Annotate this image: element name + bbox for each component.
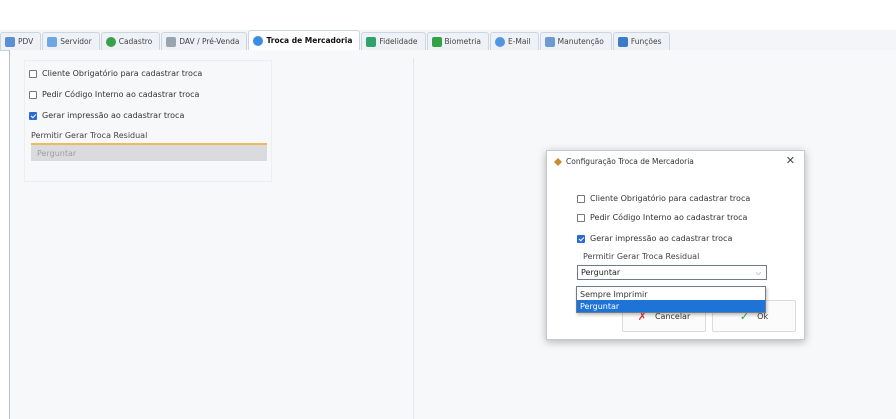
maintenance-icon xyxy=(544,36,555,47)
functions-icon xyxy=(617,36,628,47)
option-perguntar[interactable]: Perguntar xyxy=(577,300,765,312)
settings-panel: Cliente Obrigatório para cadastrar troca… xyxy=(10,58,414,419)
fidelity-icon xyxy=(366,36,377,47)
dialog-title: Configuração Troca de Mercadoria xyxy=(566,157,694,166)
tab-cadastro[interactable]: Cadastro xyxy=(100,32,161,50)
option-sempre-imprimir[interactable]: Sempre Imprimir xyxy=(577,288,765,300)
tab-label: Troca de Mercadoria xyxy=(266,36,353,45)
dav-icon xyxy=(166,36,177,47)
app-icon xyxy=(554,158,562,166)
tab-label: Cadastro xyxy=(118,37,153,46)
checkbox-pedir-codigo-interno[interactable]: Pedir Código Interno ao cadastrar troca xyxy=(29,90,199,99)
tab-label: DAV / Pré-Venda xyxy=(179,37,240,46)
checkbox-label: Cliente Obrigatório para cadastrar troca xyxy=(590,194,751,203)
tab-funcoes[interactable]: Funções xyxy=(612,32,670,50)
checkbox-box-checked[interactable] xyxy=(577,234,585,243)
server-icon xyxy=(47,36,58,47)
dialog-checkbox-pedir-codigo-interno[interactable]: Pedir Código Interno ao cadastrar troca xyxy=(577,213,747,222)
settings-group: Cliente Obrigatório para cadastrar troca… xyxy=(24,60,272,182)
dialog-troca-residual-label: Permitir Gerar Troca Residual xyxy=(583,252,700,261)
checkbox-label: Gerar impressão ao cadastrar troca xyxy=(590,234,733,243)
checkbox-box[interactable] xyxy=(29,90,37,99)
checkbox-label: Cliente Obrigatório para cadastrar troca xyxy=(42,69,203,78)
checkbox-box[interactable] xyxy=(577,194,585,203)
select-value: Perguntar xyxy=(581,268,621,277)
tab-label: Funções xyxy=(630,37,662,46)
biometry-icon xyxy=(431,36,442,47)
tab-pdv[interactable]: PDV xyxy=(0,32,42,50)
tab-biometria[interactable]: Biometria xyxy=(426,32,489,50)
tab-label: Servidor xyxy=(60,37,92,46)
tab-label: Biometria xyxy=(444,37,481,46)
troca-residual-field[interactable]: Perguntar xyxy=(31,145,267,161)
dialog-checkbox-gerar-impressao[interactable]: Gerar impressão ao cadastrar troca xyxy=(577,234,732,243)
tab-label: Fidelidade xyxy=(379,37,418,46)
tab-email[interactable]: E-Mail xyxy=(489,32,539,50)
tab-fidelidade[interactable]: Fidelidade xyxy=(361,32,426,50)
tab-label: PDV xyxy=(18,37,34,46)
checkbox-label: Pedir Código Interno ao cadastrar troca xyxy=(590,213,748,222)
checkbox-label: Gerar impressão ao cadastrar troca xyxy=(42,111,185,120)
checkbox-box[interactable] xyxy=(29,69,37,78)
tab-label: E-Mail xyxy=(507,37,531,46)
tab-manutencao[interactable]: Manutenção xyxy=(539,32,612,50)
checkbox-box[interactable] xyxy=(577,213,585,222)
dialog-checkbox-cliente-obrigatorio[interactable]: Cliente Obrigatório para cadastrar troca xyxy=(577,194,750,203)
checkbox-label: Pedir Código Interno ao cadastrar troca xyxy=(42,90,200,99)
tab-servidor[interactable]: Servidor xyxy=(42,32,100,50)
close-icon[interactable]: ✕ xyxy=(786,154,795,167)
tab-dav-pre-venda[interactable]: DAV / Pré-Venda xyxy=(161,32,248,50)
tab-troca-de-mercadoria[interactable]: Troca de Mercadoria xyxy=(248,30,361,50)
checkbox-cliente-obrigatorio[interactable]: Cliente Obrigatório para cadastrar troca xyxy=(29,69,202,78)
tab-label: Manutenção xyxy=(557,37,604,46)
email-icon xyxy=(494,36,505,47)
exchange-icon xyxy=(253,35,264,46)
dialog-title-bar: Configuração Troca de Mercadoria ✕ xyxy=(547,151,804,173)
cadastro-icon xyxy=(105,36,116,47)
chevron-down-icon[interactable]: ⌵ xyxy=(756,269,761,278)
pdv-icon xyxy=(5,36,15,47)
troca-residual-select[interactable]: Perguntar ⌵ xyxy=(577,265,767,280)
checkbox-gerar-impressao[interactable]: Gerar impressão ao cadastrar troca xyxy=(29,111,184,120)
troca-residual-label: Permitir Gerar Troca Residual xyxy=(31,131,148,140)
checkbox-box-checked[interactable] xyxy=(29,111,37,120)
troca-residual-options: Sempre Imprimir Perguntar xyxy=(576,286,766,313)
tab-bar: PDV Servidor Cadastro DAV / Pré-Venda Tr… xyxy=(0,30,896,51)
